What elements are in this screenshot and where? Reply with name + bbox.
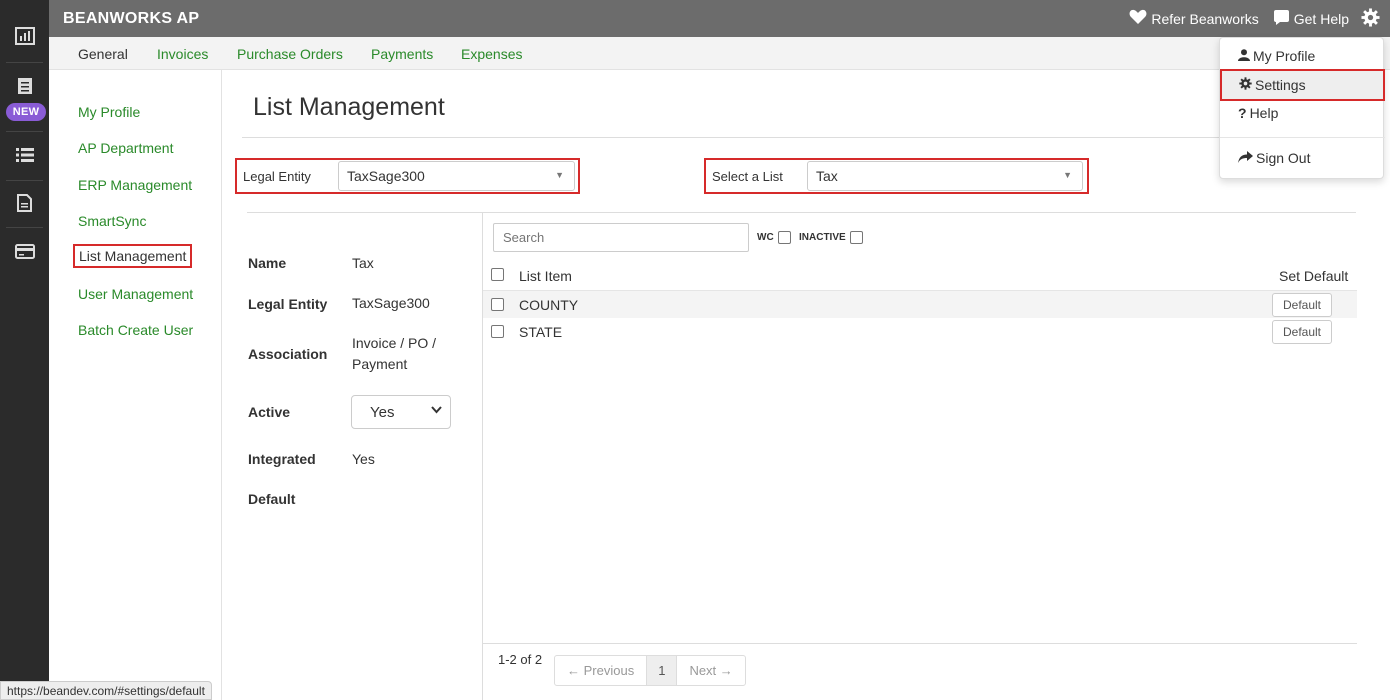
tab-invoices[interactable]: Invoices [157, 46, 208, 62]
legal-entity-label: Legal Entity [243, 168, 311, 184]
settings-dropdown-menu: My Profile Settings ? Help Sign Out [1219, 37, 1385, 179]
table-row: COUNTY Default [483, 290, 1357, 318]
document-list-icon[interactable] [0, 68, 49, 104]
caret-down-icon: ▼ [555, 170, 564, 180]
top-bar: BEANWORKS AP Refer Beanworks Get Help [49, 0, 1390, 37]
legal-entity-filter: Legal Entity TaxSage300 ▼ [235, 158, 580, 194]
list-select-value: Tax [816, 168, 838, 184]
row-checkbox[interactable] [491, 298, 504, 311]
share-arrow-icon [1238, 150, 1253, 166]
integrated-value: Yes [352, 451, 375, 467]
sidebar-item-list-management[interactable]: List Management [73, 244, 193, 268]
association-line-2: Payment [352, 356, 408, 372]
association-line-1: Invoice / PO / [352, 335, 437, 351]
tab-purchase-orders[interactable]: Purchase Orders [237, 46, 343, 62]
menu-item-label: Sign Out [1256, 150, 1311, 166]
help-link[interactable]: Get Help [1273, 9, 1349, 29]
divider [242, 137, 1356, 138]
divider [483, 643, 1357, 644]
menu-item-sign-out[interactable]: Sign Out [1238, 150, 1310, 166]
help-label: Get Help [1293, 10, 1349, 27]
menu-item-my-profile[interactable]: My Profile [1238, 48, 1315, 64]
inactive-label: INACTIVE [799, 232, 846, 243]
icon-rail: NEW [0, 0, 49, 700]
menu-item-label: Settings [1255, 77, 1306, 93]
sidebar-item-erp-management[interactable]: ERP Management [78, 177, 192, 193]
refer-label: Refer Beanworks [1151, 10, 1259, 27]
list-icon[interactable] [0, 137, 49, 173]
wc-filter: WC [757, 231, 791, 244]
pagination: ← Previous 1 Next → [554, 655, 746, 686]
name-label: Name [248, 255, 287, 271]
next-page-button[interactable]: Next → [677, 656, 744, 685]
active-select-value: Yes [370, 403, 395, 421]
sidebar-item-batch-create-user[interactable]: Batch Create User [78, 322, 193, 338]
refer-link[interactable]: Refer Beanworks [1129, 9, 1259, 28]
status-bar-url: https://beandev.com/#settings/default [0, 681, 212, 700]
list-item-name: COUNTY [519, 297, 579, 313]
menu-item-label: My Profile [1253, 48, 1316, 64]
menu-item-settings[interactable]: Settings [1220, 69, 1385, 101]
legal-entity-detail-label: Legal Entity [248, 296, 328, 312]
sidebar-item-ap-department[interactable]: AP Department [78, 140, 173, 156]
credit-card-icon[interactable] [0, 233, 49, 269]
settings-sidebar: My Profile AP Department ERP Management … [49, 70, 222, 700]
wc-label: WC [757, 232, 774, 243]
legal-entity-detail-value: TaxSage300 [352, 295, 430, 311]
row-checkbox[interactable] [491, 325, 504, 338]
list-select[interactable]: Tax ▼ [807, 161, 1083, 191]
heart-icon [1129, 9, 1147, 28]
name-value: Tax [352, 255, 374, 271]
set-default-column-header: Set Default [1279, 268, 1349, 284]
tab-expenses[interactable]: Expenses [461, 46, 522, 62]
active-label: Active [248, 404, 291, 420]
new-badge: NEW [6, 103, 46, 121]
association-label: Association [248, 346, 328, 362]
tab-payments[interactable]: Payments [371, 46, 433, 62]
caret-down-icon: ▼ [1063, 170, 1072, 180]
question-icon: ? [1238, 105, 1247, 121]
tab-general[interactable]: General [78, 46, 128, 62]
chevron-down-icon [431, 405, 442, 417]
sidebar-item-my-profile[interactable]: My Profile [78, 104, 140, 120]
list-item-name: STATE [519, 324, 563, 340]
settings-tabs: General Invoices Purchase Orders Payment… [49, 37, 1390, 70]
page-number-button[interactable]: 1 [646, 656, 678, 685]
sidebar-item-user-management[interactable]: User Management [78, 286, 193, 302]
set-default-button[interactable]: Default [1272, 320, 1332, 344]
legal-entity-select[interactable]: TaxSage300 ▼ [338, 161, 575, 191]
brand-logo[interactable]: BEANWORKS AP [63, 10, 199, 28]
chat-icon [1273, 9, 1290, 29]
menu-item-help[interactable]: ? Help [1238, 105, 1278, 121]
legal-entity-value: TaxSage300 [347, 168, 425, 184]
set-default-button[interactable]: Default [1272, 293, 1332, 317]
integrated-label: Integrated [248, 451, 316, 467]
inactive-checkbox[interactable] [849, 231, 863, 244]
page-title: List Management [253, 93, 445, 121]
sidebar-item-smartsync[interactable]: SmartSync [78, 213, 146, 229]
user-icon [1238, 48, 1250, 64]
menu-item-label: Help [1249, 105, 1279, 121]
select-all-checkbox[interactable] [491, 268, 504, 281]
inactive-filter: INACTIVE [799, 231, 863, 244]
bar-chart-icon[interactable] [0, 18, 49, 54]
divider [1220, 137, 1385, 138]
active-select[interactable]: Yes [351, 395, 451, 429]
search-input[interactable] [493, 223, 749, 252]
pagination-count: 1-2 of 2 [498, 652, 543, 667]
select-list-label: Select a List [712, 168, 783, 184]
association-value: Invoice / PO / Payment [352, 333, 436, 375]
list-filter: Select a List Tax ▼ [704, 158, 1089, 194]
table-row: STATE Default [483, 318, 1357, 346]
file-icon[interactable] [0, 185, 49, 221]
cog-icon [1239, 77, 1252, 93]
default-label: Default [248, 491, 296, 507]
wc-checkbox[interactable] [777, 231, 791, 244]
previous-page-button[interactable]: ← Previous [555, 656, 646, 685]
gear-icon[interactable] [1361, 7, 1380, 30]
list-items-panel: WC INACTIVE List Item Set Default COUNTY… [482, 213, 1357, 700]
list-item-column-header: List Item [519, 268, 572, 284]
